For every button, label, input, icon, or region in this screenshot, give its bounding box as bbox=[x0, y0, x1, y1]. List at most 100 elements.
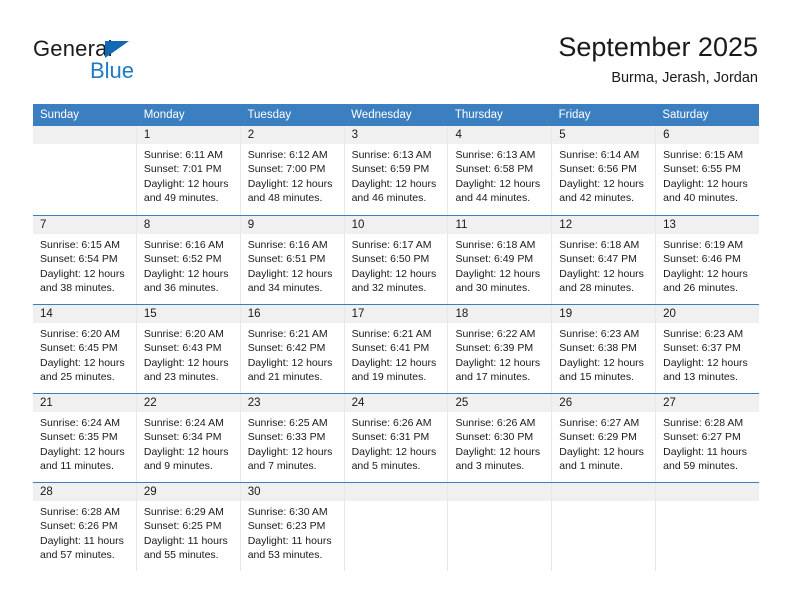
sunset-text: Sunset: 6:26 PM bbox=[40, 520, 118, 533]
sunrise-text: Sunrise: 6:24 AM bbox=[40, 417, 120, 429]
calendar-day-cell[interactable]: 4 Sunrise: 6:13 AM Sunset: 6:58 PM Daylight… bbox=[448, 126, 553, 215]
sunset-text: Sunset: 6:52 PM bbox=[143, 253, 222, 266]
calendar-day-cell[interactable]: 26 Sunrise: 6:27 AM Sunset: 6:29 PM Dayligh… bbox=[552, 394, 657, 482]
day-number: 21 bbox=[33, 394, 136, 412]
calendar-day-cell[interactable]: 21 Sunrise: 6:24 AM Sunset: 6:35 PM Dayligh… bbox=[33, 394, 137, 482]
day-details: Sunrise: 6:16 AM Sunset: 6:51 PM Daylight:… bbox=[241, 234, 344, 296]
generalblue-logo[interactable]: General Blue bbox=[33, 36, 213, 88]
day-number: 13 bbox=[656, 216, 760, 234]
day-details: Sunrise: 6:11 AM Sunset: 7:01 PM Daylight:… bbox=[137, 144, 240, 206]
sunrise-text: Sunrise: 6:15 AM bbox=[663, 149, 744, 161]
calendar-day-cell[interactable]: 11 Sunrise: 6:18 AM Sunset: 6:49 PM Dayligh… bbox=[448, 216, 553, 304]
calendar-day-cell[interactable]: 7 Sunrise: 6:15 AM Sunset: 6:54 PM Daylight… bbox=[33, 216, 137, 304]
daylight-text: Daylight: 12 hours and 19 minutes. bbox=[351, 356, 437, 384]
daylight-text: Daylight: 12 hours and 11 minutes. bbox=[40, 445, 125, 473]
sunset-text: Sunset: 6:54 PM bbox=[40, 253, 118, 266]
sunrise-text: Sunrise: 6:18 AM bbox=[455, 239, 536, 251]
daylight-text: Daylight: 12 hours and 30 minutes. bbox=[455, 267, 541, 295]
daylight-text: Daylight: 11 hours and 57 minutes. bbox=[40, 534, 124, 562]
day-details: Sunrise: 6:19 AM Sunset: 6:46 PM Daylight:… bbox=[656, 234, 759, 296]
calendar-day-cell[interactable]: 13 Sunrise: 6:19 AM Sunset: 6:46 PM Dayligh… bbox=[656, 216, 760, 304]
sunset-text: Sunset: 6:55 PM bbox=[663, 163, 741, 176]
day-number: 27 bbox=[656, 394, 760, 412]
daylight-text: Daylight: 12 hours and 28 minutes. bbox=[559, 267, 644, 295]
day-details: Sunrise: 6:28 AM Sunset: 6:26 PM Daylight:… bbox=[33, 501, 136, 563]
day-number: 4 bbox=[448, 126, 552, 144]
daylight-text: Daylight: 11 hours and 53 minutes. bbox=[247, 534, 332, 562]
sunrise-text: Sunrise: 6:15 AM bbox=[40, 239, 120, 251]
calendar-week-row: 1 Sunrise: 6:11 AM Sunset: 7:01 PM Daylight… bbox=[33, 126, 760, 215]
day-number: 9 bbox=[240, 216, 344, 234]
sunset-text: Sunset: 6:25 PM bbox=[143, 520, 222, 533]
calendar-page: General Blue September 2025 Burma, Jeras… bbox=[0, 0, 792, 612]
calendar-day-cell[interactable]: 12 Sunrise: 6:18 AM Sunset: 6:47 PM Dayligh… bbox=[552, 216, 657, 304]
sunrise-text: Sunrise: 6:12 AM bbox=[247, 149, 328, 161]
calendar-day-cell[interactable]: 29 Sunrise: 6:29 AM Sunset: 6:25 PM Dayligh… bbox=[136, 483, 241, 571]
day-details: Sunrise: 6:13 AM Sunset: 6:59 PM Daylight:… bbox=[345, 144, 448, 206]
day-number: 8 bbox=[136, 216, 240, 234]
calendar-day-cell[interactable]: 24 Sunrise: 6:26 AM Sunset: 6:31 PM Dayligh… bbox=[344, 394, 449, 482]
calendar-day-cell[interactable]: 25 Sunrise: 6:26 AM Sunset: 6:30 PM Dayligh… bbox=[448, 394, 553, 482]
daylight-text: Daylight: 12 hours and 3 minutes. bbox=[455, 445, 541, 473]
day-number: 26 bbox=[552, 394, 656, 412]
sunrise-text: Sunrise: 6:14 AM bbox=[559, 149, 640, 161]
sunset-text: Sunset: 6:31 PM bbox=[351, 431, 430, 444]
day-number: 10 bbox=[344, 216, 448, 234]
day-details: Sunrise: 6:18 AM Sunset: 6:47 PM Daylight:… bbox=[552, 234, 655, 296]
page-subtitle: Burma, Jerash, Jordan bbox=[611, 70, 758, 86]
daylight-text: Daylight: 12 hours and 26 minutes. bbox=[663, 267, 748, 295]
calendar-day-cell[interactable]: 3 Sunrise: 6:13 AM Sunset: 6:59 PM Daylight… bbox=[344, 126, 449, 215]
calendar-day-cell[interactable]: 20 Sunrise: 6:23 AM Sunset: 6:37 PM Dayligh… bbox=[656, 305, 760, 393]
daylight-text: Daylight: 12 hours and 13 minutes. bbox=[663, 356, 748, 384]
sunset-text: Sunset: 6:49 PM bbox=[455, 253, 534, 266]
calendar-day-cell[interactable]: 22 Sunrise: 6:24 AM Sunset: 6:34 PM Dayligh… bbox=[136, 394, 241, 482]
sunrise-text: Sunrise: 6:16 AM bbox=[247, 239, 328, 251]
calendar-day-cell[interactable]: 17 Sunrise: 6:21 AM Sunset: 6:41 PM Dayligh… bbox=[344, 305, 449, 393]
day-details: Sunrise: 6:13 AM Sunset: 6:58 PM Daylight:… bbox=[448, 144, 551, 206]
day-number bbox=[33, 126, 136, 144]
calendar-day-cell[interactable]: 6 Sunrise: 6:15 AM Sunset: 6:55 PM Daylight… bbox=[656, 126, 760, 215]
calendar-day-cell[interactable]: 5 Sunrise: 6:14 AM Sunset: 6:56 PM Daylight… bbox=[552, 126, 657, 215]
calendar-day-cell[interactable]: 1 Sunrise: 6:11 AM Sunset: 7:01 PM Daylight… bbox=[136, 126, 241, 215]
calendar-day-cell[interactable]: 2 Sunrise: 6:12 AM Sunset: 7:00 PM Daylight… bbox=[240, 126, 345, 215]
daylight-text: Daylight: 12 hours and 46 minutes. bbox=[351, 177, 437, 205]
sunrise-text: Sunrise: 6:11 AM bbox=[143, 149, 224, 161]
calendar-day-cell[interactable]: 19 Sunrise: 6:23 AM Sunset: 6:38 PM Dayligh… bbox=[552, 305, 657, 393]
day-details: Sunrise: 6:23 AM Sunset: 6:37 PM Daylight:… bbox=[656, 323, 759, 385]
day-number: 25 bbox=[448, 394, 552, 412]
page-title: September 2025 bbox=[558, 32, 758, 62]
calendar-day-cell[interactable]: 23 Sunrise: 6:25 AM Sunset: 6:33 PM Dayligh… bbox=[240, 394, 345, 482]
calendar-day-cell[interactable]: 9 Sunrise: 6:16 AM Sunset: 6:51 PM Daylight… bbox=[240, 216, 345, 304]
day-details: Sunrise: 6:21 AM Sunset: 6:42 PM Daylight:… bbox=[241, 323, 344, 385]
weeks-container: 1 Sunrise: 6:11 AM Sunset: 7:01 PM Daylight… bbox=[33, 126, 760, 571]
day-number: 29 bbox=[136, 483, 240, 501]
sunset-text: Sunset: 6:37 PM bbox=[663, 342, 741, 355]
day-details: Sunrise: 6:21 AM Sunset: 6:41 PM Daylight:… bbox=[345, 323, 448, 385]
weekday-header-sunday: Sunday bbox=[40, 109, 80, 121]
calendar-day-cell[interactable]: 28 Sunrise: 6:28 AM Sunset: 6:26 PM Dayligh… bbox=[33, 483, 137, 571]
weekday-header-monday: Monday bbox=[143, 109, 185, 121]
sunset-text: Sunset: 6:45 PM bbox=[40, 342, 118, 355]
sunset-text: Sunset: 6:51 PM bbox=[247, 253, 326, 266]
calendar-week-row: 28 Sunrise: 6:28 AM Sunset: 6:26 PM Dayligh… bbox=[33, 482, 760, 571]
calendar-day-cell[interactable]: 15 Sunrise: 6:20 AM Sunset: 6:43 PM Dayligh… bbox=[136, 305, 241, 393]
calendar-day-cell[interactable]: 14 Sunrise: 6:20 AM Sunset: 6:45 PM Dayligh… bbox=[33, 305, 137, 393]
calendar-day-cell[interactable]: 18 Sunrise: 6:22 AM Sunset: 6:39 PM Dayligh… bbox=[448, 305, 553, 393]
weekday-header-thursday: Thursday bbox=[454, 109, 503, 121]
sunset-text: Sunset: 6:34 PM bbox=[143, 431, 222, 444]
day-number: 15 bbox=[136, 305, 240, 323]
calendar-grid: Sunday Monday Tuesday Wednesday Thursday… bbox=[33, 104, 760, 571]
calendar-day-cell-empty bbox=[33, 126, 137, 215]
sunrise-text: Sunrise: 6:18 AM bbox=[559, 239, 640, 251]
sunrise-text: Sunrise: 6:20 AM bbox=[40, 328, 120, 340]
sunrise-text: Sunrise: 6:29 AM bbox=[143, 506, 224, 518]
day-number: 7 bbox=[33, 216, 136, 234]
calendar-day-cell[interactable]: 16 Sunrise: 6:21 AM Sunset: 6:42 PM Dayligh… bbox=[240, 305, 345, 393]
calendar-day-cell[interactable]: 10 Sunrise: 6:17 AM Sunset: 6:50 PM Dayligh… bbox=[344, 216, 449, 304]
sunrise-text: Sunrise: 6:27 AM bbox=[559, 417, 640, 429]
day-details: Sunrise: 6:15 AM Sunset: 6:55 PM Daylight:… bbox=[656, 144, 759, 206]
calendar-day-cell[interactable]: 30 Sunrise: 6:30 AM Sunset: 6:23 PM Dayligh… bbox=[240, 483, 345, 571]
calendar-day-cell[interactable]: 8 Sunrise: 6:16 AM Sunset: 6:52 PM Daylight… bbox=[136, 216, 241, 304]
daylight-text: Daylight: 12 hours and 32 minutes. bbox=[351, 267, 437, 295]
calendar-day-cell[interactable]: 27 Sunrise: 6:28 AM Sunset: 6:27 PM Dayligh… bbox=[656, 394, 760, 482]
